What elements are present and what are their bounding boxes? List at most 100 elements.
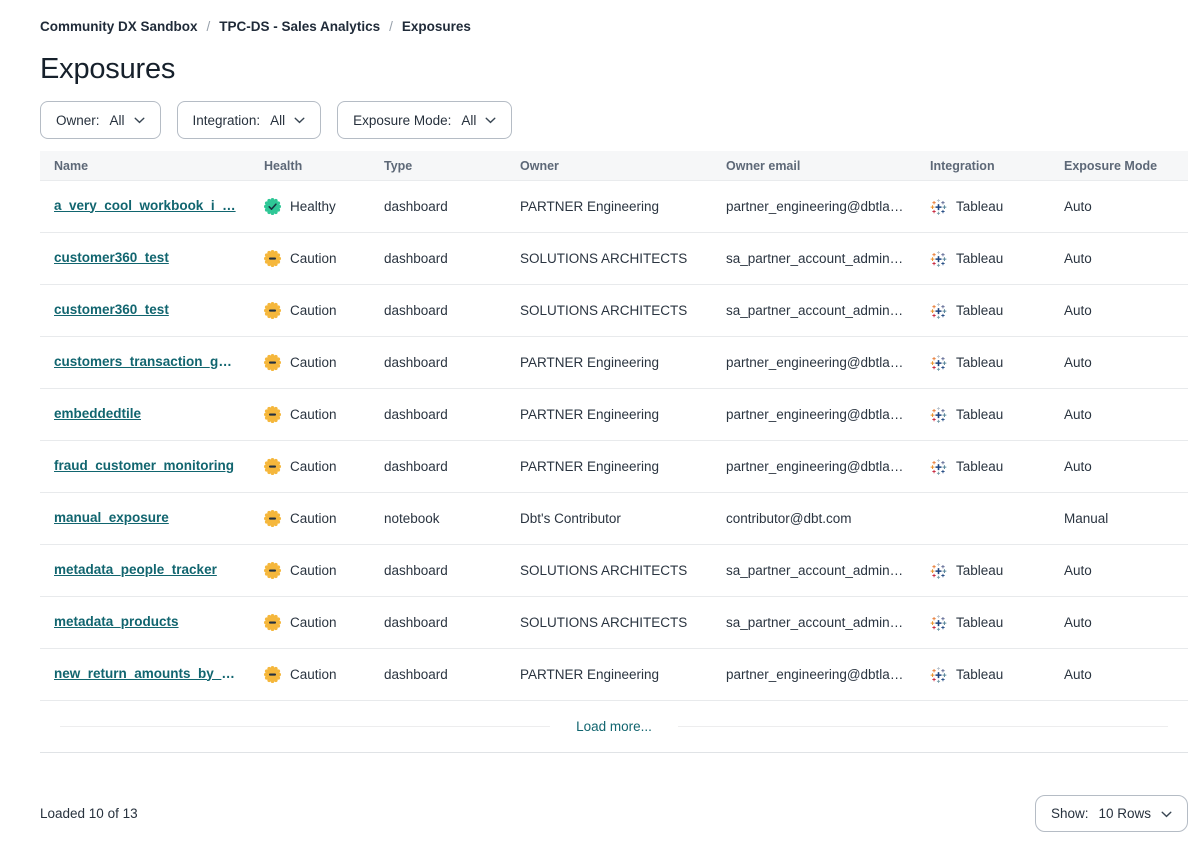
owner-name: PARTNER Engineering xyxy=(506,407,712,422)
integration-name: Tableau xyxy=(956,355,1003,370)
exposure-mode: Auto xyxy=(1050,355,1188,370)
chevron-down-icon xyxy=(294,117,305,124)
tableau-icon xyxy=(930,302,947,319)
integration-name: Tableau xyxy=(956,303,1003,318)
exposure-name-link[interactable]: manual_exposure xyxy=(54,510,169,525)
exposure-type: dashboard xyxy=(370,459,506,474)
exposure-name-link[interactable]: embeddedtile xyxy=(54,406,141,421)
column-header: Health xyxy=(250,159,370,173)
healthy-badge-icon xyxy=(264,198,281,215)
health-label: Caution xyxy=(290,511,337,526)
exposure-mode: Manual xyxy=(1050,511,1188,526)
exposure-type: dashboard xyxy=(370,355,506,370)
breadcrumb-item[interactable]: Community DX Sandbox xyxy=(40,19,198,34)
caution-badge-icon xyxy=(264,250,281,267)
exposure-name-link[interactable]: metadata_products xyxy=(54,614,179,629)
owner-name: Dbt's Contributor xyxy=(506,511,712,526)
table-row: manual_exposure Caution notebook Dbt's C… xyxy=(40,493,1188,545)
chevron-down-icon xyxy=(485,117,496,124)
filter-bar: Owner: All Integration: All Exposure Mod… xyxy=(40,101,1188,139)
tableau-icon xyxy=(930,250,947,267)
tableau-icon xyxy=(930,354,947,371)
chevron-down-icon xyxy=(1161,811,1172,818)
exposure-type: dashboard xyxy=(370,199,506,214)
health-label: Caution xyxy=(290,667,337,682)
breadcrumb-separator: / xyxy=(207,19,211,34)
column-header: Owner email xyxy=(712,159,916,173)
owner-email: sa_partner_account_admin… xyxy=(712,563,916,578)
table-row: embeddedtile Caution dashboard PARTNER E… xyxy=(40,389,1188,441)
load-more-row: Load more... xyxy=(40,701,1188,753)
health-label: Caution xyxy=(290,615,337,630)
filter-label: Integration: xyxy=(193,113,261,128)
filter-dropdown[interactable]: Owner: All xyxy=(40,101,161,139)
exposure-name-link[interactable]: customers_transaction_gro… xyxy=(54,354,236,369)
exposures-page: Community DX Sandbox / TPC-DS - Sales Anal… xyxy=(0,0,1198,832)
caution-badge-icon xyxy=(264,562,281,579)
exposure-name-link[interactable]: customer360_test xyxy=(54,302,169,317)
table-row: metadata_people_tracker Caution dashboar… xyxy=(40,545,1188,597)
table-row: customer360_test Caution dashboard SOLUT… xyxy=(40,285,1188,337)
exposure-type: notebook xyxy=(370,511,506,526)
caution-badge-icon xyxy=(264,406,281,423)
integration-name: Tableau xyxy=(956,251,1003,266)
exposure-mode: Auto xyxy=(1050,407,1188,422)
load-more-link[interactable]: Load more... xyxy=(550,719,678,734)
exposure-name-link[interactable]: new_return_amounts_by_t… xyxy=(54,666,236,681)
health-label: Caution xyxy=(290,407,337,422)
caution-badge-icon xyxy=(264,302,281,319)
owner-name: PARTNER Engineering xyxy=(506,355,712,370)
integration-name: Tableau xyxy=(956,407,1003,422)
owner-name: SOLUTIONS ARCHITECTS xyxy=(506,615,712,630)
exposure-type: dashboard xyxy=(370,667,506,682)
owner-email: partner_engineering@dbtla… xyxy=(712,667,916,682)
divider-line xyxy=(60,726,550,727)
health-label: Caution xyxy=(290,303,337,318)
column-header: Owner xyxy=(506,159,712,173)
exposure-name-link[interactable]: metadata_people_tracker xyxy=(54,562,217,577)
owner-name: PARTNER Engineering xyxy=(506,459,712,474)
owner-email: partner_engineering@dbtla… xyxy=(712,459,916,474)
integration-name: Tableau xyxy=(956,563,1003,578)
table-body: a_very_cool_workbook_i_… Healthy dashboa… xyxy=(40,181,1188,701)
exposure-name-link[interactable]: a_very_cool_workbook_i_… xyxy=(54,198,236,213)
table-row: new_return_amounts_by_t… Caution dashboa… xyxy=(40,649,1188,701)
tableau-icon xyxy=(930,406,947,423)
integration-name: Tableau xyxy=(956,199,1003,214)
table-row: customer360_test Caution dashboard SOLUT… xyxy=(40,233,1188,285)
integration-name: Tableau xyxy=(956,459,1003,474)
exposure-type: dashboard xyxy=(370,615,506,630)
show-rows-value: 10 Rows xyxy=(1098,806,1151,821)
filter-label: Owner: xyxy=(56,113,100,128)
health-label: Caution xyxy=(290,355,337,370)
owner-email: contributor@dbt.com xyxy=(712,511,916,526)
exposure-name-link[interactable]: customer360_test xyxy=(54,250,169,265)
caution-badge-icon xyxy=(264,666,281,683)
column-header: Exposure Mode xyxy=(1050,159,1188,173)
divider-line xyxy=(678,726,1168,727)
filter-dropdown[interactable]: Exposure Mode: All xyxy=(337,101,512,139)
column-header: Name xyxy=(40,159,250,173)
breadcrumb-item[interactable]: TPC-DS - Sales Analytics xyxy=(219,19,380,34)
owner-email: sa_partner_account_admin… xyxy=(712,303,916,318)
tableau-icon xyxy=(930,198,947,215)
owner-name: PARTNER Engineering xyxy=(506,199,712,214)
tableau-icon xyxy=(930,458,947,475)
filter-dropdown[interactable]: Integration: All xyxy=(177,101,322,139)
health-label: Healthy xyxy=(290,199,336,214)
owner-name: PARTNER Engineering xyxy=(506,667,712,682)
breadcrumb-item: Exposures xyxy=(402,19,471,34)
owner-email: partner_engineering@dbtla… xyxy=(712,407,916,422)
health-label: Caution xyxy=(290,251,337,266)
exposure-name-link[interactable]: fraud_customer_monitoring xyxy=(54,458,234,473)
exposure-type: dashboard xyxy=(370,407,506,422)
filter-value: All xyxy=(110,113,125,128)
exposures-table: NameHealthTypeOwnerOwner emailIntegratio… xyxy=(40,151,1188,753)
integration-name: Tableau xyxy=(956,615,1003,630)
exposure-type: dashboard xyxy=(370,251,506,266)
exposure-mode: Auto xyxy=(1050,303,1188,318)
column-header: Integration xyxy=(916,159,1050,173)
exposure-mode: Auto xyxy=(1050,667,1188,682)
exposure-mode: Auto xyxy=(1050,199,1188,214)
show-rows-dropdown[interactable]: Show: 10 Rows xyxy=(1035,795,1188,832)
